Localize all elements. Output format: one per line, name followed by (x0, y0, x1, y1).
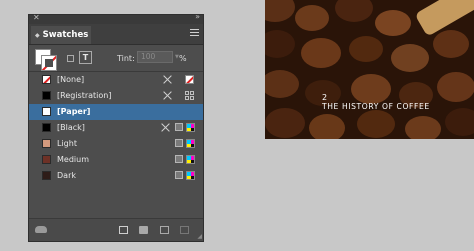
tab-swatches-label: Swatches (42, 30, 89, 40)
swatch-row-black[interactable]: [Black] (29, 120, 203, 136)
swatch-chip (42, 171, 51, 180)
panel-bottom-bar: ◢ (29, 218, 203, 241)
panel-tab-row: ◆ Swatches (29, 24, 203, 45)
cmyk-icon (186, 171, 195, 180)
cmyk-icon (186, 155, 195, 164)
swatch-label: [Paper] (57, 107, 91, 116)
process-color-icon (175, 171, 183, 179)
swatch-row-dark[interactable]: Dark (29, 168, 203, 184)
process-color-icon (175, 139, 183, 147)
panel-menu-icon[interactable] (190, 29, 199, 36)
swatch-label: Medium (57, 155, 89, 164)
swatches-toolbar: T Tint: 100 ▼ % (29, 45, 203, 72)
delete-swatch-icon[interactable] (180, 226, 189, 234)
swatch-label: [Registration] (57, 91, 112, 100)
close-icon[interactable]: ✕ (33, 13, 40, 22)
chapter-number: 2 (322, 93, 328, 102)
tab-arrows-icon: ◆ (35, 31, 40, 39)
fill-stroke-selector[interactable] (35, 49, 57, 71)
swatch-chip (42, 123, 51, 132)
registration-icon (185, 91, 194, 100)
swatch-label: Dark (57, 171, 76, 180)
process-color-icon (175, 155, 183, 163)
new-color-group-icon[interactable] (139, 226, 148, 234)
panel-titlebar[interactable]: ✕ » (29, 12, 203, 24)
show-swatch-views-icon[interactable] (119, 226, 128, 234)
swatch-label: [None] (57, 75, 85, 84)
cmyk-icon (186, 123, 195, 132)
cmyk-icon (186, 139, 195, 148)
swatch-row-registration[interactable]: [Registration] (29, 88, 203, 104)
tab-swatches[interactable]: ◆ Swatches (31, 26, 91, 44)
swatch-chip (42, 107, 51, 116)
chapter-title: THE HISTORY OF COFFEE (322, 102, 430, 111)
tint-label: Tint: (117, 54, 135, 63)
cc-libraries-icon[interactable] (35, 226, 47, 233)
swatch-label: Light (57, 139, 77, 148)
collapse-icon[interactable]: » (195, 12, 200, 21)
swatch-chip (42, 155, 51, 164)
swatch-row-light[interactable]: Light (29, 136, 203, 152)
coffee-photo: 2 THE HISTORY OF COFFEE (265, 0, 474, 139)
process-color-icon (175, 123, 183, 131)
new-swatch-icon[interactable] (160, 226, 169, 234)
formatting-text-icon[interactable]: T (79, 51, 92, 64)
swatch-chip (42, 91, 51, 100)
swatch-list: [None] [Registration] [Paper] [Black] Li… (29, 72, 203, 184)
swatch-chip (42, 139, 51, 148)
swatch-row-none[interactable]: [None] (29, 72, 203, 88)
non-editable-icon (163, 75, 172, 84)
swatches-panel: ✕ » ◆ Swatches T Tint: 100 ▼ % [None] [R… (28, 12, 204, 242)
non-editable-icon (161, 123, 170, 132)
stroke-swatch-icon[interactable] (41, 55, 57, 71)
tint-unit: % (179, 54, 187, 63)
swatch-row-paper[interactable]: [Paper] (29, 104, 203, 120)
swatch-chip (42, 75, 51, 84)
swatch-label: [Black] (57, 123, 85, 132)
formatting-container-icon[interactable] (67, 55, 74, 62)
resize-grip-icon[interactable]: ◢ (197, 233, 202, 240)
tint-input[interactable]: 100 (137, 51, 173, 63)
swatch-row-medium[interactable]: Medium (29, 152, 203, 168)
none-color-icon (185, 75, 194, 84)
non-editable-icon (163, 91, 172, 100)
